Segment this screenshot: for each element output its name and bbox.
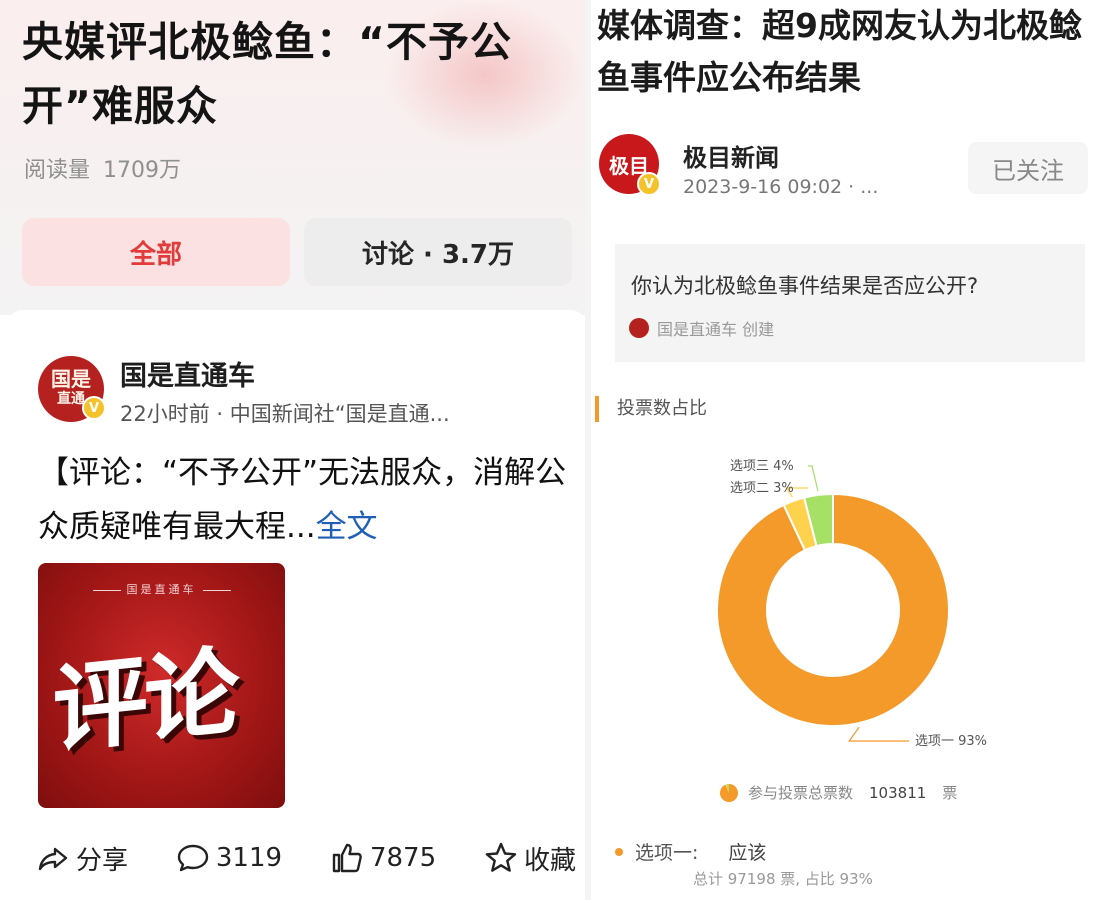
article-title: 媒体调查：超9成网友认为北极鲶鱼事件应公布结果 [597,6,1082,97]
poll-question: 你认为北极鲶鱼事件结果是否应公开? [631,274,979,298]
comment-count: 3119 [215,843,283,873]
read-more-link[interactable]: 全文 [316,509,378,545]
read-count-label: 阅读量 [24,158,91,183]
post-actions: 分享 3119 7875 收藏 [36,836,576,880]
share-icon [38,847,68,871]
post-cover-image[interactable]: 国是直通车 评论 [38,563,285,808]
option-row: 选项一: 应该 [615,838,766,865]
thumbs-up-icon [332,843,362,873]
share-label: 分享 [76,845,129,876]
creator-avatar [629,318,649,338]
post-meta: 22小时前 · 中国新闻社“国是直通... [120,402,450,426]
read-count: 阅读量 1709万 [24,152,181,184]
avatar-text-bottom: 直通 [57,391,85,407]
topic-header: 央媒评北极鲶鱼：“不予公开”难服众 阅读量 1709万 全部 讨论 · 3.7万 [0,0,585,315]
favorite-label: 收藏 [523,845,576,876]
vote-donut-chart: 选项三 4% 选项二 3% 选项一 93% [716,459,987,749]
pie-icon [720,783,738,802]
slice-label-1: 选项一 93% [915,734,987,749]
share-button[interactable]: 分享 [36,840,128,877]
donut-slice-1 [716,492,950,727]
leader-line-1 [848,726,909,742]
tab-all[interactable]: 全部 [22,218,290,286]
read-count-value: 1709万 [103,158,182,183]
cover-brand: 国是直通车 [38,581,285,597]
leader-line-3 [808,465,819,492]
poll-creator: 国是直通车 创建 [629,316,774,340]
poll-card[interactable]: 你认为北极鲶鱼事件结果是否应公开? 国是直通车 创建 [615,244,1085,362]
poll-creator-text: 国是直通车 创建 [657,320,775,339]
comment-icon [177,844,209,872]
favorite-button[interactable]: 收藏 [484,840,576,877]
slice-label-2: 选项二 3% [730,481,794,496]
topic-title: 央媒评北极鲶鱼：“不予公开”难服众 [22,18,512,130]
total-votes-value: 103811 [869,783,927,802]
slice-label-3: 选项三 4% [730,459,794,474]
comment-button[interactable]: 3119 [176,841,282,875]
post-text[interactable]: 【评论：“不予公开”无法服众，消解公众质疑唯有最大程...全文 [38,446,568,554]
option-dot [615,847,623,856]
article-meta: 2023-9-16 09:02 · ... [683,176,879,198]
option-answer: 应该 [728,842,767,864]
total-votes-unit: 票 [942,784,958,802]
like-button[interactable]: 7875 [330,841,436,875]
tab-discussion[interactable]: 讨论 · 3.7万 [304,218,572,286]
topic-panel: 央媒评北极鲶鱼：“不予公开”难服众 阅读量 1709万 全部 讨论 · 3.7万… [0,0,585,900]
star-icon [485,842,517,872]
post-body: 【评论：“不予公开”无法服众，消解公众质疑唯有最大程... [38,455,567,545]
vote-share-heading: 投票数占比 [595,396,707,422]
follow-button[interactable]: 已关注 [968,142,1088,194]
total-votes-label: 参与投票总票数 [748,784,854,802]
total-votes-row: 参与投票总票数 103811 票 [720,782,957,803]
article-author[interactable]: 极目新闻 [683,138,779,173]
cover-headline: 评论 [52,635,236,767]
verified-badge-icon: V [82,396,106,420]
verified-badge-icon: V [637,172,661,196]
option-detail: 总计 97198 票, 占比 93% [693,870,873,888]
panel-divider [585,0,591,900]
option-label: 选项一: [635,842,699,864]
article-panel: 媒体调查：超9成网友认为北极鲶鱼事件应公布结果 极目 V 极目新闻 2023-9… [585,0,1094,900]
post-author[interactable]: 国是直通车 [120,354,255,393]
avatar-text-top: 国是 [51,367,91,391]
like-count: 7875 [369,843,437,873]
